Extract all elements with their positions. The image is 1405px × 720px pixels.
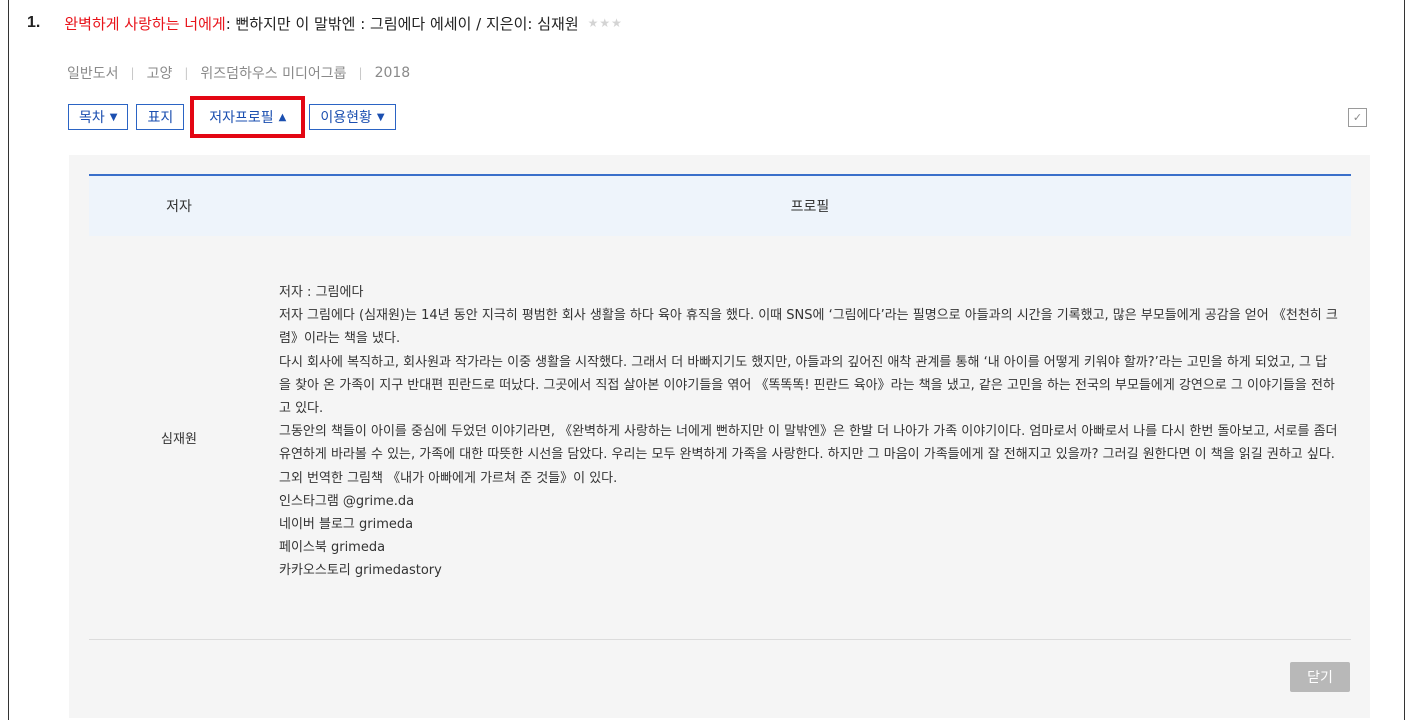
tab-author-profile[interactable]: 저자프로필 ▲ (190, 96, 306, 138)
select-checkbox[interactable]: ✓ (1348, 108, 1367, 127)
profile-line: 인스타그램 @grime.da (279, 493, 415, 509)
meta-publisher: 위즈덤하우스 미디어그룹 (200, 66, 347, 82)
book-meta: 일반도서 | 고양 | 위즈덤하우스 미디어그룹 | 2018 (67, 63, 410, 83)
book-title-rest: : 뻔하지만 이 말밖엔 : 그림에다 에세이 / 지은이: 심재원 (225, 14, 579, 33)
meta-year: 2018 (374, 65, 411, 81)
tab-toc-label: 목차 (79, 110, 105, 126)
profile-line: 네이버 블로그 grimeda (279, 517, 414, 533)
tab-cover-label: 표지 (147, 110, 174, 126)
caret-up-icon: ▲ (278, 111, 287, 123)
tab-usage-status-label: 이용현황 (320, 110, 372, 126)
meta-separator: | (130, 66, 135, 80)
rating-stars-icon: ★★★ (587, 16, 623, 30)
table-header: 저자 프로필 (89, 176, 1351, 236)
meta-location: 고양 (146, 66, 173, 82)
meta-separator: | (184, 66, 189, 80)
profile-text: 저자 : 그림에다 저자 그림에다 (심재원)는 14년 동안 지극히 평범한 … (279, 281, 1339, 583)
author-profile-panel: 저자 프로필 심재원 저자 : 그림에다 저자 그림에다 (심재원)는 14년 … (69, 155, 1370, 718)
caret-down-icon: ▼ (376, 111, 385, 123)
close-button[interactable]: 닫기 (1290, 662, 1350, 692)
author-name-cell: 심재원 (161, 432, 197, 447)
tab-usage-status[interactable]: 이용현황 ▼ (309, 104, 396, 130)
result-title-row: 1. 완벽하게 사랑하는 너에게 : 뻔하지만 이 말밖엔 : 그림에다 에세이… (27, 10, 623, 36)
result-number: 1. (27, 14, 41, 31)
detail-tabs: 목차 ▼ 표지 저자프로필 ▲ 이용현황 ▼ (68, 96, 404, 138)
profile-line: 그외 번역한 그림책 《내가 아빠에게 가르쳐 준 것들》이 있다. (279, 470, 618, 486)
meta-type: 일반도서 (67, 66, 119, 82)
checkmark-icon: ✓ (1352, 111, 1363, 124)
tab-toc[interactable]: 목차 ▼ (68, 104, 129, 130)
caret-down-icon: ▼ (109, 111, 118, 123)
profile-line: 저자 : 그림에다 (279, 285, 364, 300)
profile-line: 저자 그림에다 (심재원)는 14년 동안 지극히 평범한 회사 생활을 하다 … (279, 308, 1338, 347)
profile-line: 다시 회사에 복직하고, 회사원과 작가라는 이중 생활을 시작했다. 그래서 … (279, 354, 1335, 417)
profile-line: 카카오스토리 grimedastory (279, 563, 442, 579)
profile-line: 그동안의 책들이 아이를 중심에 두었던 이야기라면, 《완벽하게 사랑하는 너… (279, 424, 1342, 463)
book-title-link[interactable]: 완벽하게 사랑하는 너에게 (64, 13, 225, 34)
tab-author-profile-label: 저자프로필 (209, 110, 274, 126)
profile-line: 페이스북 grimeda (279, 540, 386, 556)
meta-separator: | (358, 66, 363, 80)
header-profile: 프로필 (790, 199, 830, 215)
table-bottom-line (89, 639, 1351, 640)
tab-cover[interactable]: 표지 (136, 104, 185, 130)
header-author: 저자 (166, 199, 192, 215)
